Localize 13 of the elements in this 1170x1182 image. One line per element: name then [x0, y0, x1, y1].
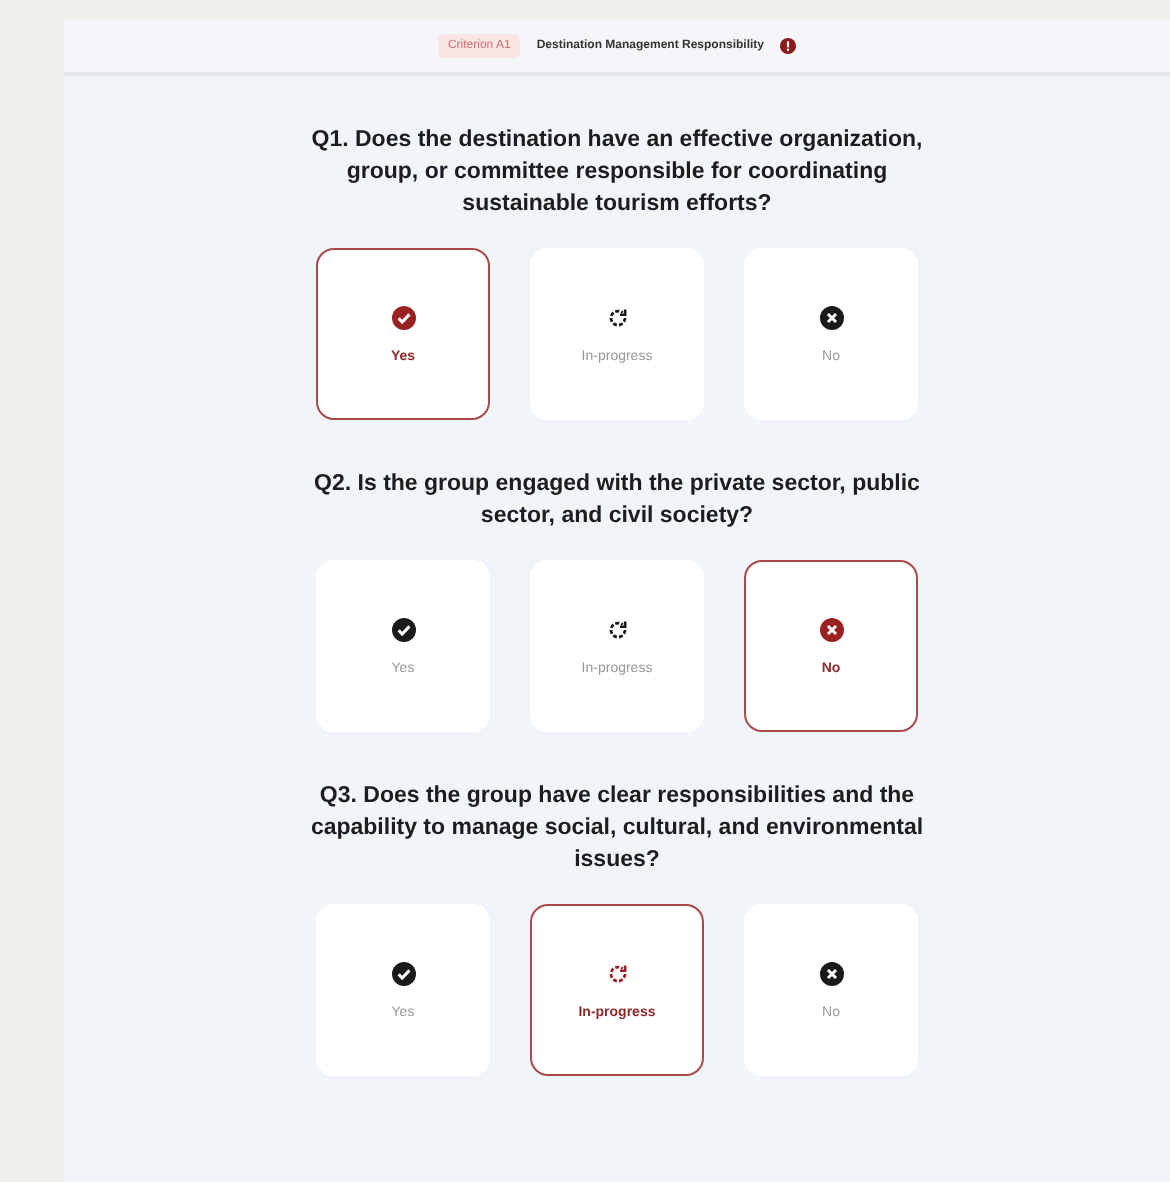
- check-icon: [391, 305, 415, 329]
- refresh-icon: [605, 305, 629, 329]
- question-text: Q1. Does the destination have an effective organization, group, or committee responsible for coordinating sustainable tourism efforts?: [309, 126, 925, 220]
- check-icon: [391, 617, 415, 641]
- refresh-icon: [605, 617, 629, 641]
- refresh-icon: [605, 961, 629, 985]
- check-icon: [391, 961, 415, 985]
- close-icon: [819, 305, 843, 329]
- question-text: Q3. Does the group have clear responsibilities and the capability to manage social, cultural, and environmental issues?: [308, 782, 926, 876]
- info-icon[interactable]: [780, 38, 797, 54]
- close-icon: [819, 617, 843, 641]
- question-text: Q2. Is the group engaged with the private sector, public sector, and civil society?: [312, 470, 922, 532]
- close-icon: [819, 961, 843, 985]
